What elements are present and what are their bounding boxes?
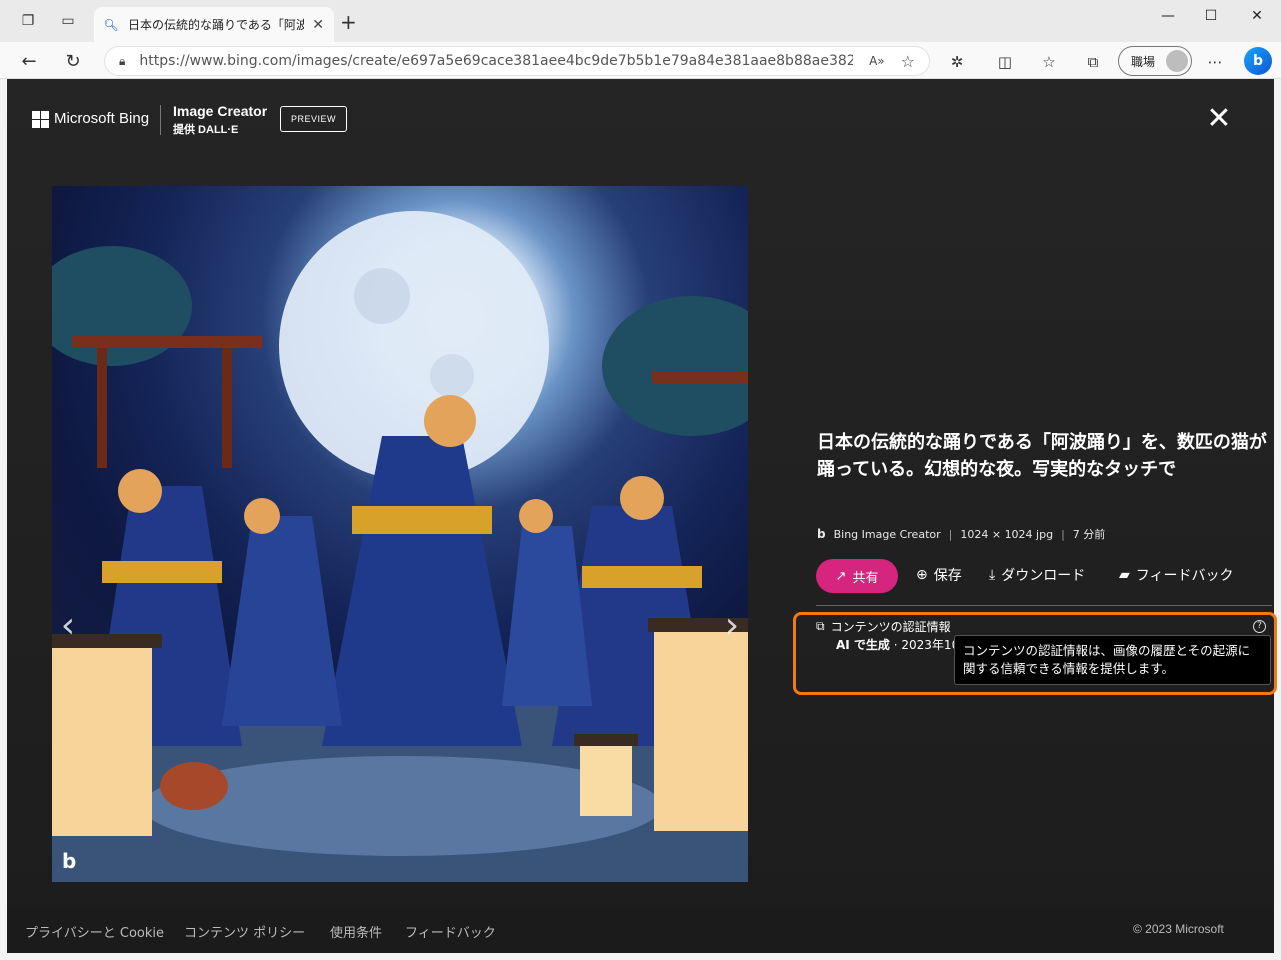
minimize-button[interactable]: — [1145,6,1191,26]
tab-title: 日本の伝統的な踊りである「阿波踊 [128,18,305,32]
credentials-icon: ⧉ [816,619,825,633]
share-button[interactable]: ↗ 共有 [816,559,898,593]
back-icon[interactable]: ← [16,48,42,74]
share-label: 共有 [852,570,879,586]
address-toolbar: ← ↻ 🔒︎ https://www.bing.com/images/creat… [0,42,1281,79]
lock-icon: 🔒︎ [119,53,126,68]
browser-tab[interactable]: 🔍︎ 日本の伝統的な踊りである「阿波踊 ✕ [94,7,334,42]
download-button[interactable]: ⤓ ダウンロード [989,565,1085,585]
credentials-tooltip: コンテンツの認証情報は、画像の履歴とその起源に関する信頼できる情報を提供します。 [954,635,1271,685]
meta-separator: | [1061,527,1065,541]
close-icon[interactable]: ✕ [1204,104,1234,134]
share-icon: ↗ [835,568,847,584]
collections-icon[interactable]: ⧉ [1082,51,1104,73]
credentials-title: ⧉ コンテンツの認証情報 [816,618,951,635]
meta-age: 7 分前 [1072,528,1106,541]
preview-badge: PREVIEW [280,106,347,132]
address-bar[interactable]: 🔒︎ https://www.bing.com/images/create/e6… [104,46,930,76]
refresh-icon[interactable]: ↻ [60,48,86,74]
meta-size: 1024 × 1024 jpg [960,527,1054,541]
image-meta: b Bing Image Creator | 1024 × 1024 jpg |… [817,526,1105,542]
feedback-label: フィードバック [1135,568,1234,584]
window-close-button[interactable]: ✕ [1234,6,1280,26]
save-button[interactable]: ⊕ 保存 [916,565,962,585]
download-label: ダウンロード [1001,568,1086,584]
svg-text:b: b [62,849,76,873]
footer-link-feedback[interactable]: フィードバック [405,922,496,941]
download-icon: ⤓ [989,567,996,583]
feedback-icon: ▰ [1119,567,1130,583]
microsoft-logo-icon [32,111,49,128]
workspaces-icon[interactable]: ❐ [16,9,40,33]
image-detail-page: Microsoft Bing Image Creator 提供 DALL·E P… [7,79,1277,907]
more-menu-icon[interactable]: ⋯ [1204,51,1226,73]
profile-button[interactable]: 職場 [1118,46,1192,76]
credentials-title-text: コンテンツの認証情報 [830,620,951,634]
previous-image-icon[interactable]: ‹ [56,606,80,646]
url-text[interactable]: https://www.bing.com/images/create/e697a… [139,53,853,69]
page-footer: プライバシーと Cookie コンテンツ ポリシー 使用条件 フィードバック ©… [7,907,1274,953]
meta-source: Bing Image Creator [833,527,941,541]
bing-small-icon: b [817,527,826,541]
header-divider [160,105,161,135]
tab-actions-icon[interactable]: ▭ [56,9,80,33]
image-prompt: 日本の伝統的な踊りである「阿波踊り」を、数匹の猫が踊っている。幻想的な夜。写実的… [817,432,1267,480]
tab-close-icon[interactable]: ✕ [312,17,324,33]
help-icon[interactable]: ? [1253,620,1266,633]
footer-link-privacy[interactable]: プライバシーと Cookie [25,922,164,941]
generated-image[interactable]: b ‹ › [52,186,748,882]
extensions-icon[interactable]: ✲ [946,51,968,73]
generated-by: AI で生成 [836,638,890,652]
favorite-star-icon[interactable]: ☆ [901,52,915,71]
meta-separator: | [948,527,953,541]
feedback-button[interactable]: ▰ フィードバック [1119,565,1234,585]
copyright: © 2023 Microsoft [1133,922,1224,936]
product-subtitle: 提供 DALL·E [173,124,239,136]
save-icon: ⊕ [916,567,928,583]
actions-divider [816,605,1272,606]
maximize-button[interactable]: ☐ [1188,6,1234,26]
image-illustration: b [52,211,748,882]
next-image-icon[interactable]: › [720,606,744,646]
page-header: Microsoft Bing Image Creator 提供 DALL·E P… [7,79,1274,161]
search-icon: 🔍︎ [103,17,119,32]
favorites-icon[interactable]: ☆ [1038,51,1060,73]
split-screen-icon[interactable]: ◫ [994,51,1016,73]
new-tab-button[interactable]: + [340,12,357,32]
profile-label: 職場 [1131,54,1156,69]
avatar [1166,50,1188,72]
product-title[interactable]: Image Creator [173,103,267,119]
save-label: 保存 [933,568,962,584]
bing-copilot-icon[interactable]: b [1244,47,1272,75]
footer-link-content-policy[interactable]: コンテンツ ポリシー [184,922,305,941]
browser-tab-bar: ❐ ▭ 🔍︎ 日本の伝統的な踊りである「阿波踊 ✕ + — ☐ ✕ [0,0,1281,42]
read-aloud-icon[interactable]: A» [869,54,885,68]
brand-name[interactable]: Microsoft Bing [54,110,149,127]
generated-date: · 2023年10 [893,638,960,652]
credentials-info: AI で生成 · 2023年10 [836,636,959,653]
footer-link-terms[interactable]: 使用条件 [330,922,382,941]
